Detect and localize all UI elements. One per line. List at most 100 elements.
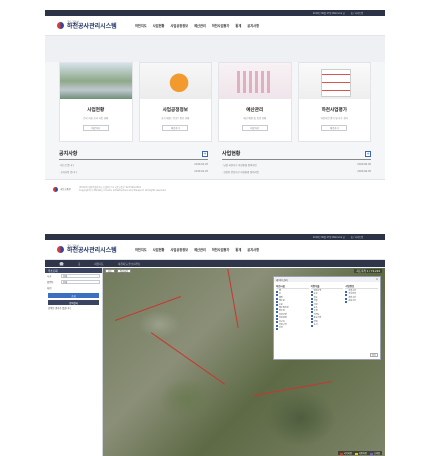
layer-column: 하천시설 댐 보 제방 배수문 수문 배수펌프장 취수장 하천교량 하천경계 하구둑 하천구역 기타 <box>276 284 309 331</box>
search-sidebar: 주소조회 시군 전체 읍면동 전체 하천 조회 검색결과 검색된 결과가 없습니… <box>45 268 103 456</box>
gnb-item-budget[interactable]: 예산관리 <box>194 247 206 252</box>
card-go-button[interactable]: 바로가기 <box>82 125 109 131</box>
breadcrumb-item[interactable]: 하천지도 <box>94 262 104 266</box>
checkbox-icon[interactable] <box>276 304 278 307</box>
welcome-text: 2019년 06월 27일 Welcome 님 <box>312 236 345 239</box>
home-icon[interactable] <box>59 261 64 266</box>
gnb-item-statistics[interactable]: 통계 <box>235 247 241 252</box>
card-desc: 전국 하천 공사 사업 현황 <box>83 117 109 120</box>
checkbox-icon[interactable] <box>310 317 313 320</box>
gnb-item-budget[interactable]: 예산관리 <box>194 23 206 28</box>
legend-swatch-icon <box>369 452 373 455</box>
gnb-item-notice[interactable]: 공지사항 <box>247 23 259 28</box>
river-line <box>253 381 333 396</box>
site-footer: 국토교통부 (30103) 세종특별자치시 도움6로 11 국토교통부 Tel … <box>45 179 385 198</box>
checkbox-icon[interactable] <box>310 294 313 297</box>
gnb-item-map[interactable]: 하천지도 <box>135 23 147 28</box>
card-process-info[interactable]: 사업공정정보 공사 예정 / 진행 / 완료 현황 바로가기 <box>138 62 212 142</box>
checkbox-icon[interactable] <box>310 321 313 324</box>
checkbox-icon[interactable] <box>276 317 278 320</box>
checkbox-icon[interactable] <box>345 290 348 293</box>
river-line <box>150 332 226 385</box>
checkbox-icon[interactable] <box>310 324 313 327</box>
layer-item[interactable]: 기타 <box>276 327 309 331</box>
checkbox-icon[interactable] <box>310 311 313 314</box>
card-evaluation[interactable]: 하천사업평가 하천사업 평가 및 사후 관리 바로가기 <box>297 62 371 142</box>
checkbox-icon[interactable] <box>310 297 313 300</box>
gnb-item-process[interactable]: 사업공정정보 <box>170 247 188 252</box>
card-project-status[interactable]: 사업현황 전국 하천 공사 사업 현황 바로가기 <box>59 62 133 142</box>
ministry-emblem-icon <box>57 246 64 253</box>
gnb-item-status[interactable]: 사업현황 <box>153 247 165 252</box>
gnb-item-statistics[interactable]: 통계 <box>235 23 241 28</box>
checkbox-icon[interactable] <box>310 307 313 310</box>
checkbox-icon[interactable] <box>276 297 278 300</box>
checkbox-icon[interactable] <box>310 290 313 293</box>
status-board: 사업현황 + · 남강 하천지구 하천환경 정비사업 2020.06.05 · … <box>222 150 371 174</box>
site-logo[interactable]: 국토교통부 하천공사관리시스템 <box>57 244 135 255</box>
more-plus-icon[interactable]: + <box>202 150 208 157</box>
checkbox-icon[interactable] <box>345 294 348 297</box>
board-title: 공지사항 <box>59 151 78 157</box>
layer-item[interactable]: 완료구간 <box>345 300 378 303</box>
town-select[interactable]: 전체 <box>61 280 100 284</box>
global-nav: 하천지도 사업현황 사업공정정보 예산관리 하천사업평가 통계 공지사항 <box>135 23 259 28</box>
checkbox-icon[interactable] <box>345 297 348 300</box>
layer-column: 사업정보 사업구간 공사현황 계획구간 완료구간 <box>345 284 379 331</box>
home-sitemap-link[interactable]: 홈 / 사이트맵 <box>351 235 363 239</box>
layer-label: 기타 <box>279 327 283 330</box>
city-select[interactable]: 전체 <box>61 274 100 278</box>
list-item[interactable]: · 테스트입니다 2019.02.25 <box>59 163 208 167</box>
close-icon[interactable]: ✕ <box>376 278 378 281</box>
list-item[interactable]: · 한탄천 민천지구 하천환경 정비사업 2020.06.05 <box>222 170 371 174</box>
board-section: 공지사항 + · 테스트입니다 2019.02.25 · 공지사항 입니다 20… <box>59 150 371 174</box>
checkbox-icon[interactable] <box>310 304 313 307</box>
satellite-map[interactable]: 지도 항공사진 지도축척 1 / 72,224 레이어 관리 ✕ 하천시설 댐 보 제… <box>103 268 385 456</box>
checkbox-icon[interactable] <box>345 300 348 303</box>
card-go-button[interactable]: 바로가기 <box>241 125 268 131</box>
layer-group-title: 하천시설 <box>276 284 309 289</box>
checkbox-icon[interactable] <box>276 300 278 303</box>
ministry-emblem-icon <box>53 186 58 192</box>
layer-panel: 레이어 관리 ✕ 하천시설 댐 보 제방 배수문 수문 배수펌프장 취수장 하천교량 하천경계 하구… <box>273 276 381 360</box>
close-button[interactable]: 닫기 <box>370 353 378 357</box>
more-plus-icon[interactable]: + <box>365 150 371 157</box>
map-type-button[interactable]: 지도 <box>105 269 116 273</box>
gnb-item-evaluation[interactable]: 하천사업평가 <box>212 247 230 252</box>
checkbox-icon[interactable] <box>310 300 313 303</box>
gnb-item-evaluation[interactable]: 하천사업평가 <box>212 23 230 28</box>
checkbox-icon[interactable] <box>310 314 313 317</box>
layer-columns: 하천시설 댐 보 제방 배수문 수문 배수펌프장 취수장 하천교량 하천경계 하구둑 하천구역 기타 지형… <box>274 282 380 333</box>
checkbox-icon[interactable] <box>276 324 278 327</box>
river-photo <box>60 63 132 99</box>
search-button[interactable]: 조회 <box>48 293 99 298</box>
checkbox-icon[interactable] <box>276 321 278 324</box>
gnb-item-process[interactable]: 사업공정정보 <box>170 23 188 28</box>
card-budget[interactable]: 예산관리 예산 배정 및 집행 현황 바로가기 <box>218 62 292 142</box>
gnb-item-notice[interactable]: 공지사항 <box>247 247 259 252</box>
layer-item[interactable]: 농지 <box>310 324 344 327</box>
checkbox-icon[interactable] <box>276 290 278 293</box>
list-item[interactable]: · 공지사항 입니다 2019.02.25 <box>59 170 208 174</box>
checkbox-icon[interactable] <box>276 294 278 297</box>
checkbox-icon[interactable] <box>276 311 278 314</box>
legend-label: 지방하천 <box>358 452 367 455</box>
breadcrumb-home[interactable]: 홈 <box>78 262 80 266</box>
notice-board: 공지사항 + · 테스트입니다 2019.02.25 · 공지사항 입니다 20… <box>59 150 208 174</box>
ministry-emblem-icon <box>57 22 64 29</box>
logo-title: 하천공사관리시스템 <box>67 247 117 255</box>
list-item[interactable]: · 남강 하천지구 하천환경 정비사업 2020.06.05 <box>222 163 371 167</box>
filter-row: 하천 <box>47 287 52 290</box>
home-sitemap-link[interactable]: 홈 / 사이트맵 <box>351 11 363 15</box>
checkbox-icon[interactable] <box>276 314 278 317</box>
aerial-type-button[interactable]: 항공사진 <box>117 269 132 273</box>
card-go-button[interactable]: 바로가기 <box>321 125 348 131</box>
checkbox-icon[interactable] <box>276 328 278 331</box>
card-go-button[interactable]: 바로가기 <box>162 125 189 131</box>
site-logo[interactable]: 국토교통부 하천공사관리시스템 <box>57 20 135 31</box>
gnb-item-status[interactable]: 사업현황 <box>153 23 165 28</box>
checkbox-icon[interactable] <box>276 307 278 310</box>
breadcrumb-item[interactable]: 하천지도(주소/지역) <box>118 262 140 266</box>
gnb-item-map[interactable]: 하천지도 <box>135 247 147 252</box>
legend-label: 소하천 <box>373 452 380 455</box>
